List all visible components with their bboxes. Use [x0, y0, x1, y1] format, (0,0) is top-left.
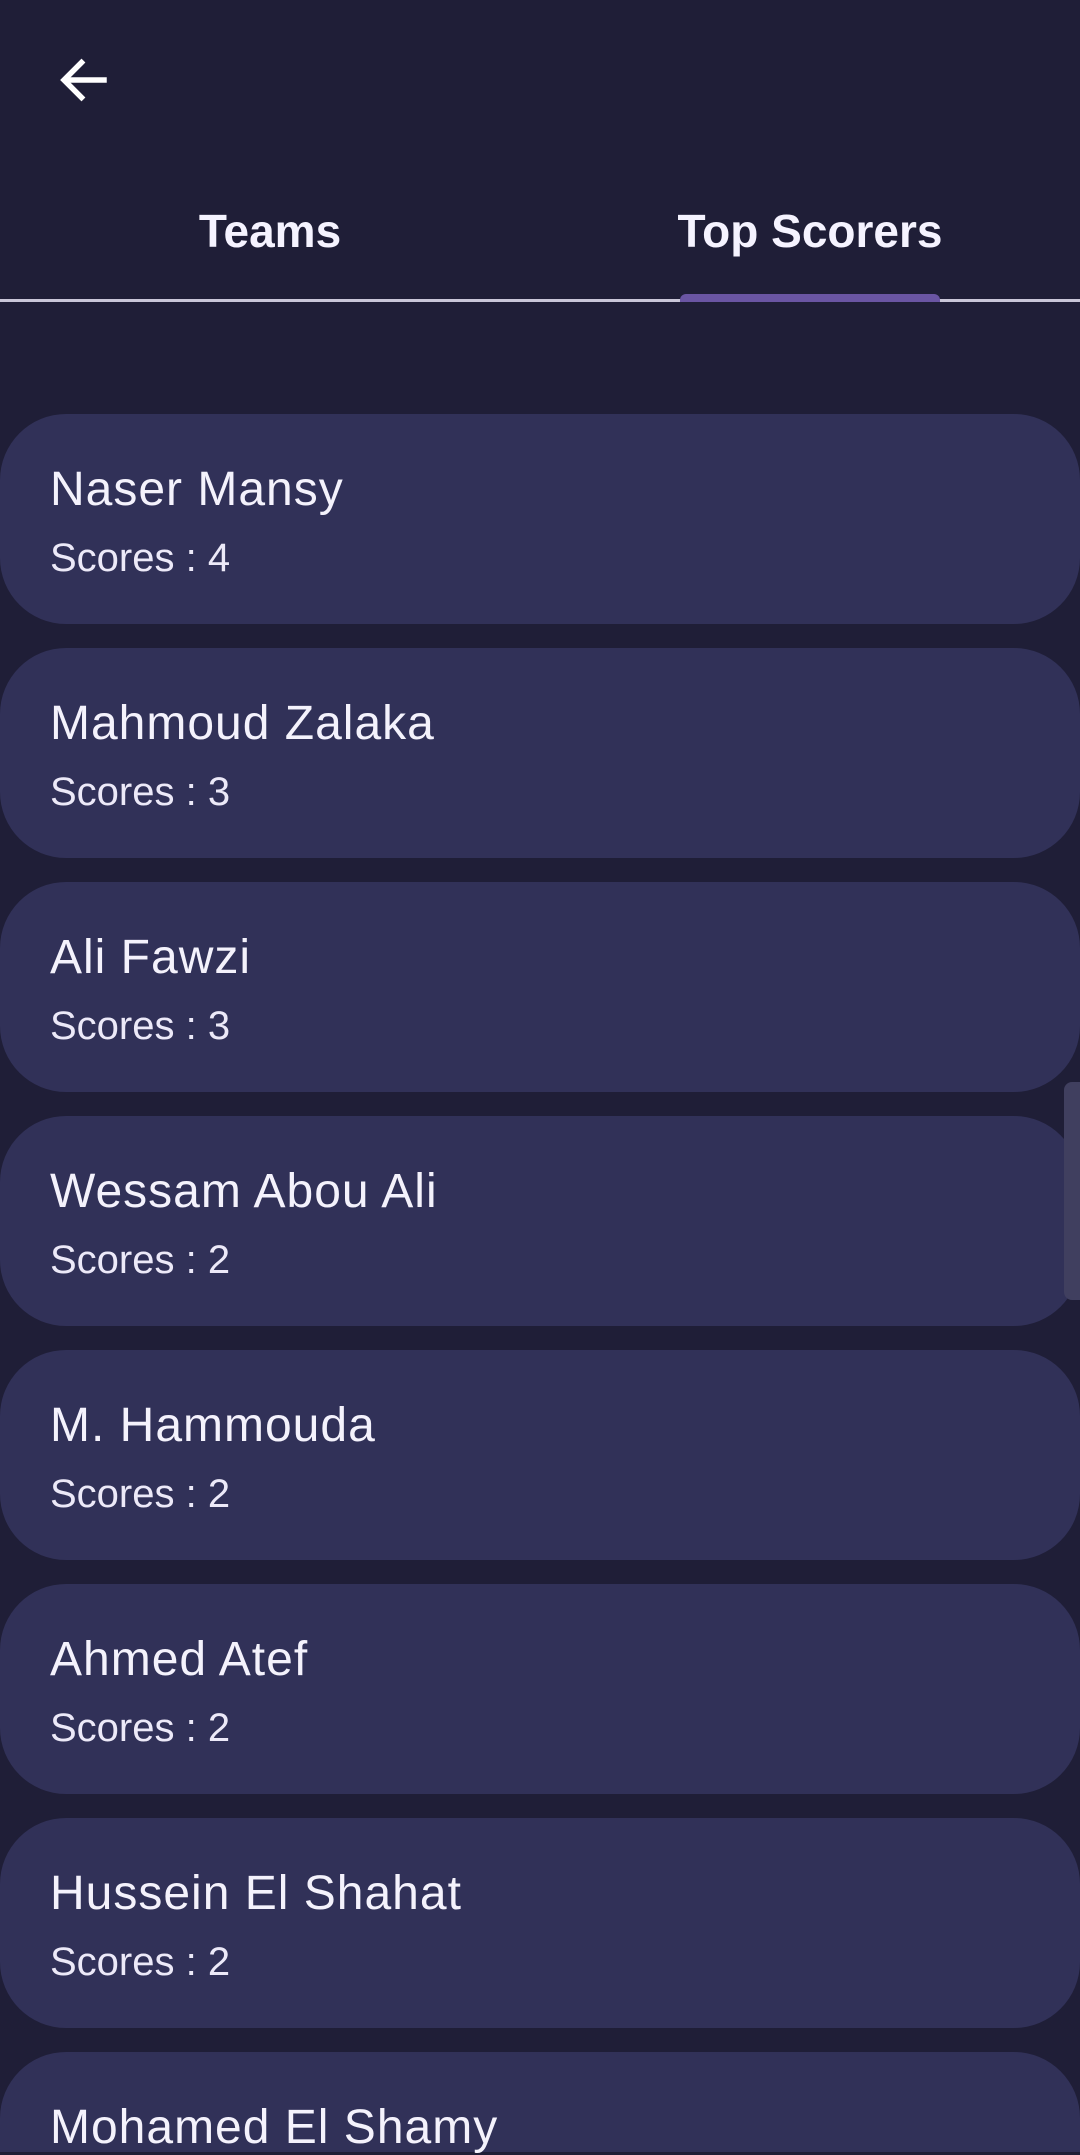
tab-top-scorers-label: Top Scorers [677, 205, 943, 257]
scorer-score: Scores : 3 [50, 770, 231, 814]
app-bar: Teams Top Scorers [0, 0, 1080, 302]
scorer-card[interactable]: Naser Mansy Scores : 4 [0, 414, 1080, 624]
scorer-card[interactable]: Mohamed El Shamy [0, 2052, 1080, 2154]
tab-top-scorers[interactable]: Top Scorers [540, 160, 1080, 300]
back-button[interactable] [42, 40, 126, 124]
arrow-left-icon [54, 50, 114, 115]
scorer-name: Ali Fawzi [50, 931, 252, 984]
scrollbar-thumb[interactable] [1064, 1082, 1080, 1300]
scorer-name: Ahmed Atef [50, 1633, 309, 1686]
scorer-card[interactable]: Mahmoud Zalaka Scores : 3 [0, 648, 1080, 858]
scorer-card[interactable]: M. Hammouda Scores : 2 [0, 1350, 1080, 1560]
scorer-name: Naser Mansy [50, 463, 344, 516]
tab-bar: Teams Top Scorers [0, 160, 1080, 300]
scorer-score: Scores : 2 [50, 1238, 231, 1282]
scorer-score: Scores : 2 [50, 1472, 231, 1516]
scorer-name: Mahmoud Zalaka [50, 697, 435, 750]
scorer-score: Scores : 2 [50, 1940, 231, 1984]
scorer-score: Scores : 3 [50, 1004, 231, 1048]
tab-teams-label: Teams [198, 205, 342, 257]
scorer-name: M. Hammouda [50, 1399, 376, 1452]
scorer-name: Wessam Abou Ali [50, 1165, 438, 1218]
tab-teams[interactable]: Teams [0, 160, 540, 300]
selected-tab-indicator [680, 294, 940, 302]
scorer-score: Scores : 4 [50, 536, 231, 580]
scorer-name: Mohamed El Shamy [50, 2101, 499, 2154]
scorer-card[interactable]: Ali Fawzi Scores : 3 [0, 882, 1080, 1092]
scorer-card[interactable]: Hussein El Shahat Scores : 2 [0, 1818, 1080, 2028]
scorer-name: Hussein El Shahat [50, 1867, 462, 1920]
scorer-card[interactable]: Wessam Abou Ali Scores : 2 [0, 1116, 1080, 1326]
scorer-card[interactable]: Ahmed Atef Scores : 2 [0, 1584, 1080, 1794]
scorer-score: Scores : 2 [50, 1706, 231, 1750]
